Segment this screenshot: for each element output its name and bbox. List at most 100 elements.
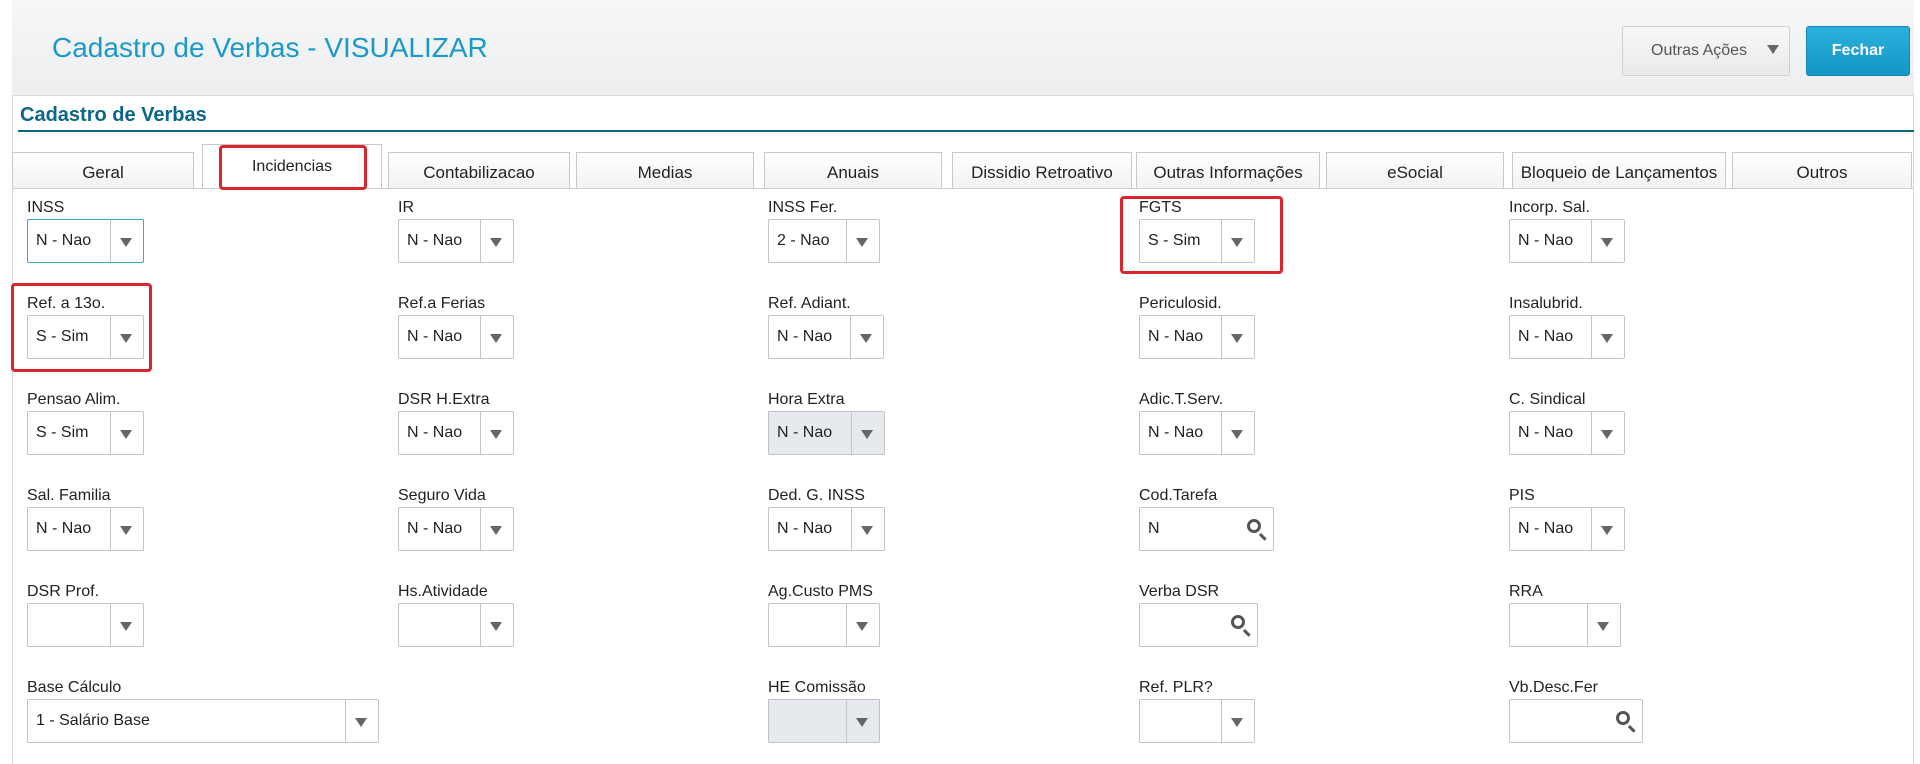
tab-geral[interactable]: Geral [12, 152, 194, 188]
chevron-down-icon [490, 238, 502, 247]
tab-bloqueio-lancamentos[interactable]: Bloqueio de Lançamentos [1512, 152, 1726, 188]
chevron-down-icon [120, 526, 132, 535]
select-separator [846, 700, 847, 742]
chevron-down-icon [490, 526, 502, 535]
ref-adiant-select[interactable]: N - Nao [768, 315, 884, 359]
ir-select[interactable]: N - Nao [398, 219, 514, 263]
ref-13-select[interactable]: S - Sim [27, 315, 144, 359]
chevron-down-icon [120, 334, 132, 343]
fechar-button[interactable]: Fechar [1806, 26, 1910, 76]
insalubrid-label: Insalubrid. [1509, 295, 1583, 312]
ref-ferias-select[interactable]: N - Nao [398, 315, 514, 359]
ref-13-value: S - Sim [36, 328, 89, 345]
tab-contabilizacao[interactable]: Contabilizacao [388, 152, 570, 188]
select-separator [1591, 508, 1592, 550]
outras-acoes-label: Outras Ações [1651, 42, 1748, 59]
page-header: Cadastro de Verbas - VISUALIZAR Outras A… [12, 0, 1914, 96]
ref-ferias-value: N - Nao [407, 328, 463, 345]
select-separator [110, 604, 111, 646]
tab-esocial[interactable]: eSocial [1326, 152, 1504, 188]
verba-dsr-label: Verba DSR [1139, 583, 1220, 600]
chevron-down-icon [1231, 334, 1243, 343]
ded-g-inss-select[interactable]: N - Nao [768, 507, 885, 551]
insalubrid-select[interactable]: N - Nao [1509, 315, 1625, 359]
vb-desc-fer-input[interactable] [1509, 699, 1643, 743]
dsr-hextra-label: DSR H.Extra [398, 391, 490, 408]
tab-anuais[interactable]: Anuais [764, 152, 942, 188]
dsr-prof-label: DSR Prof. [27, 583, 100, 600]
ref-ferias-label: Ref.a Ferias [398, 295, 486, 312]
tab-outras-informacoes[interactable]: Outras Informações [1136, 152, 1320, 188]
sal-familia-select[interactable]: N - Nao [27, 507, 144, 551]
c-sindical-select[interactable]: N - Nao [1509, 411, 1625, 455]
base-calculo-label: Base Cálculo [27, 679, 122, 696]
select-separator [1591, 220, 1592, 262]
outras-acoes-button[interactable]: Outras Ações [1622, 26, 1790, 76]
rra-select[interactable] [1509, 603, 1621, 647]
adic-tserv-label: Adic.T.Serv. [1139, 391, 1224, 408]
base-calculo-select[interactable]: 1 - Salário Base [27, 699, 379, 743]
incorp-sal-select[interactable]: N - Nao [1509, 219, 1625, 263]
ir-label: IR [398, 199, 414, 216]
hs-atividade-label: Hs.Atividade [398, 583, 488, 600]
dsr-hextra-select[interactable]: N - Nao [398, 411, 514, 455]
insalubrid-value: N - Nao [1518, 328, 1574, 345]
select-separator [1221, 700, 1222, 742]
chevron-down-icon [1231, 430, 1243, 439]
pis-select[interactable]: N - Nao [1509, 507, 1625, 551]
inss-fer-select[interactable]: 2 - Nao [768, 219, 880, 263]
ref-plr-select[interactable] [1139, 699, 1255, 743]
select-separator [345, 700, 346, 742]
tab-medias[interactable]: Medias [576, 152, 754, 188]
fgts-label: FGTS [1139, 199, 1182, 216]
verba-dsr-input[interactable] [1139, 603, 1258, 647]
select-separator [1221, 412, 1222, 454]
chevron-down-icon [860, 334, 872, 343]
ag-custo-pms-select[interactable] [768, 603, 880, 647]
page-title: Cadastro de Verbas - VISUALIZAR [52, 32, 488, 63]
incorp-sal-label: Incorp. Sal. [1509, 199, 1590, 216]
cod-tarefa-value: N [1148, 520, 1160, 537]
he-comissao-select [768, 699, 880, 743]
hs-atividade-select[interactable] [398, 603, 514, 647]
chevron-down-icon [120, 622, 132, 631]
chevron-down-icon [120, 430, 132, 439]
c-sindical-value: N - Nao [1518, 424, 1574, 441]
inss-select[interactable]: N - Nao [27, 219, 144, 263]
select-separator [1221, 220, 1222, 262]
select-separator [480, 316, 481, 358]
periculosid-value: N - Nao [1148, 328, 1204, 345]
select-separator [851, 412, 852, 454]
chevron-down-icon [1601, 238, 1613, 247]
pis-label: PIS [1509, 487, 1535, 504]
select-separator [1591, 412, 1592, 454]
seguro-vida-select[interactable]: N - Nao [398, 507, 514, 551]
chevron-down-icon [1597, 622, 1609, 631]
tab-incidencias[interactable]: Incidencias [202, 144, 382, 189]
select-separator [1591, 316, 1592, 358]
search-icon[interactable] [1247, 519, 1261, 533]
pis-value: N - Nao [1518, 520, 1574, 537]
search-icon[interactable] [1616, 711, 1630, 725]
cod-tarefa-input[interactable]: N [1139, 507, 1274, 551]
pensao-alim-select[interactable]: S - Sim [27, 411, 144, 455]
ref-adiant-label: Ref. Adiant. [768, 295, 851, 312]
search-icon[interactable] [1231, 615, 1245, 629]
chevron-down-icon [856, 622, 868, 631]
ag-custo-pms-label: Ag.Custo PMS [768, 583, 873, 600]
seguro-vida-value: N - Nao [407, 520, 463, 537]
dsr-hextra-value: N - Nao [407, 424, 463, 441]
section-title: Cadastro de Verbas [20, 104, 207, 126]
select-separator [851, 508, 852, 550]
chevron-down-icon [355, 718, 367, 727]
inss-fer-value: 2 - Nao [777, 232, 830, 249]
dsr-prof-select[interactable] [27, 603, 144, 647]
chevron-down-icon [856, 718, 868, 727]
select-separator [480, 508, 481, 550]
tab-outros[interactable]: Outros [1732, 152, 1912, 188]
adic-tserv-select[interactable]: N - Nao [1139, 411, 1255, 455]
periculosid-select[interactable]: N - Nao [1139, 315, 1255, 359]
fgts-select[interactable]: S - Sim [1139, 219, 1255, 263]
c-sindical-label: C. Sindical [1509, 391, 1586, 408]
tab-dissidio-retroativo[interactable]: Dissidio Retroativo [952, 152, 1132, 188]
